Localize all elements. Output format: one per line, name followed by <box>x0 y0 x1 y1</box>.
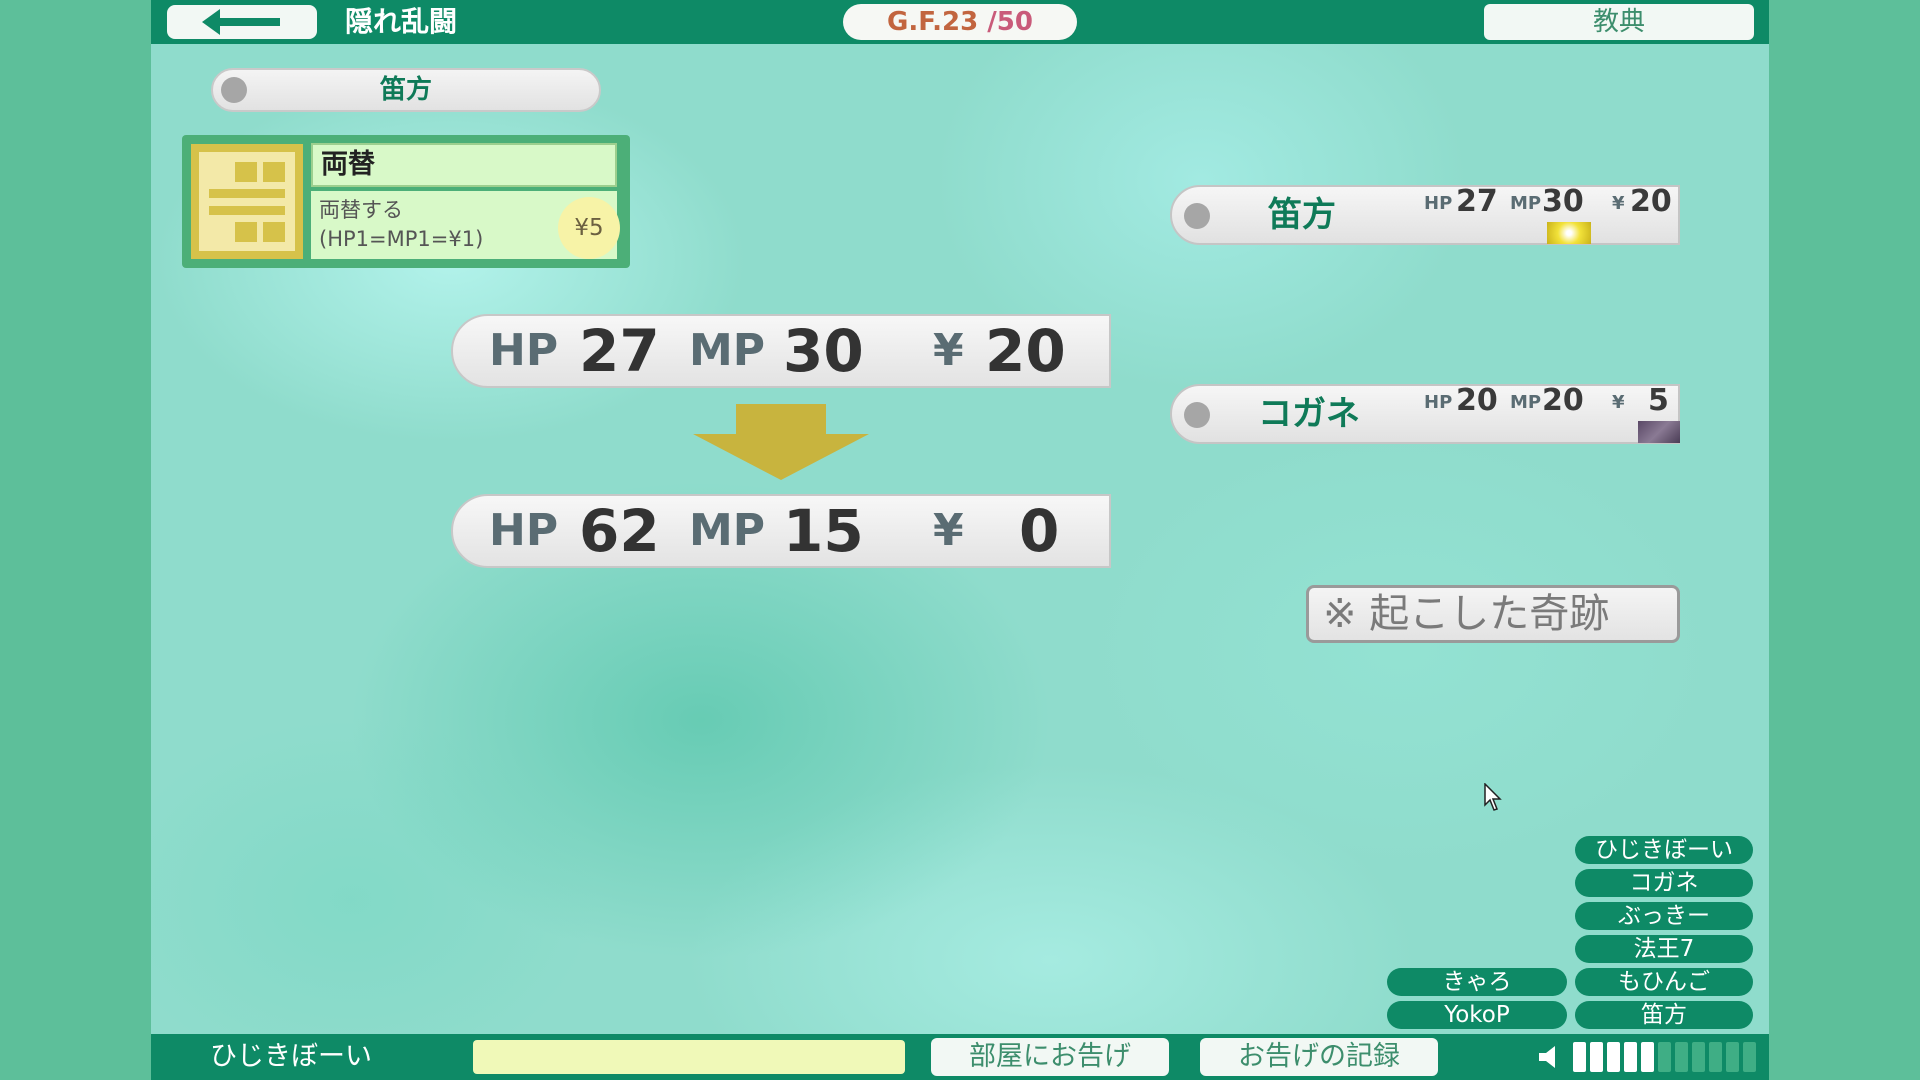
mp-value: 30 <box>1542 184 1584 219</box>
yen-label: ¥ <box>1612 392 1625 413</box>
yen-label: ¥ <box>1612 193 1625 214</box>
hp-value: 27 <box>579 317 660 385</box>
volume-level-segment[interactable] <box>1743 1042 1756 1072</box>
member-chip[interactable]: ひじきぼーい <box>1575 836 1753 864</box>
volume-level-segment[interactable] <box>1726 1042 1739 1072</box>
volume-level-segment[interactable] <box>1675 1042 1688 1072</box>
yen-value: 5 <box>1648 383 1669 418</box>
gf-label: G.F. <box>887 7 943 37</box>
member-chip[interactable]: YokoP <box>1387 1001 1567 1029</box>
player-name: 笛方 <box>1268 195 1336 235</box>
stats-after: HP 62 MP 15 ¥ 0 <box>451 494 1111 568</box>
player-name: コガネ <box>1258 394 1360 434</box>
member-chip[interactable]: きゃろ <box>1387 968 1567 996</box>
scripture-button[interactable]: 教典 <box>1484 4 1754 40</box>
volume-level-segment[interactable] <box>1641 1042 1654 1072</box>
volume-level-segment[interactable] <box>1624 1042 1637 1072</box>
player-badge <box>1638 421 1680 443</box>
skill-cost-badge: ¥5 <box>558 197 620 259</box>
status-dot <box>1184 203 1210 229</box>
message-input[interactable] <box>473 1040 905 1074</box>
mp-label: MP <box>689 505 766 556</box>
player-card[interactable]: 笛方 HP 27 MP 30 ¥ 20 <box>1170 185 1680 245</box>
volume-control[interactable] <box>1537 1040 1757 1074</box>
hp-label: HP <box>1424 193 1453 214</box>
gf-current: 23 <box>942 7 979 37</box>
member-chip[interactable]: ぶっきー <box>1575 902 1753 930</box>
hp-label: HP <box>1424 392 1453 413</box>
player-badge <box>1547 222 1591 244</box>
back-button[interactable] <box>167 5 317 39</box>
down-arrow-icon <box>693 404 869 480</box>
volume-level-segment[interactable] <box>1658 1042 1671 1072</box>
player-card[interactable]: コガネ HP 20 MP 20 ¥ 5 <box>1170 384 1680 444</box>
miracles-button[interactable]: ※ 起こした奇跡 <box>1306 585 1680 643</box>
yen-value: 20 <box>985 317 1066 385</box>
speaker-icon[interactable] <box>1537 1043 1565 1071</box>
member-chip[interactable]: 法王7 <box>1575 935 1753 963</box>
game-screen: 隠れ乱闘 G.F.23 /50 教典 笛方 両替 両替する (HP1=MP1=¥… <box>151 0 1769 1080</box>
volume-level-segment[interactable] <box>1709 1042 1722 1072</box>
skill-name: 両替 <box>311 143 617 187</box>
current-player-name: 笛方 <box>379 75 432 105</box>
mp-label: MP <box>1510 392 1542 413</box>
mp-value: 20 <box>1542 383 1584 418</box>
yen-value: 20 <box>1630 184 1672 219</box>
yen-label: ¥ <box>933 505 964 556</box>
cursor-icon <box>1484 783 1502 811</box>
volume-level-segment[interactable] <box>1590 1042 1603 1072</box>
hp-label: HP <box>489 325 559 376</box>
yen-value: 0 <box>1019 497 1060 565</box>
volume-level-segment[interactable] <box>1692 1042 1705 1072</box>
yen-label: ¥ <box>933 325 964 376</box>
mp-value: 30 <box>783 317 864 385</box>
member-chip[interactable]: コガネ <box>1575 869 1753 897</box>
hp-value: 62 <box>579 497 660 565</box>
gf-counter: G.F.23 /50 <box>843 4 1077 40</box>
hp-value: 20 <box>1456 383 1498 418</box>
volume-level-segment[interactable] <box>1607 1042 1620 1072</box>
left-arrow-icon <box>202 9 280 35</box>
mp-value: 15 <box>783 497 864 565</box>
member-chip[interactable]: もひんご <box>1575 968 1753 996</box>
exchange-glyph-icon <box>191 144 303 259</box>
current-player-tab[interactable]: 笛方 <box>211 68 601 112</box>
gf-max: /50 <box>987 7 1033 37</box>
volume-level-segment[interactable] <box>1573 1042 1586 1072</box>
skill-card[interactable]: 両替 両替する (HP1=MP1=¥1) ¥5 <box>182 135 630 268</box>
hp-value: 27 <box>1456 184 1498 219</box>
mp-label: MP <box>689 325 766 376</box>
announce-to-room-button[interactable]: 部屋にお告げ <box>931 1038 1169 1076</box>
status-dot <box>1184 402 1210 428</box>
hp-label: HP <box>489 505 559 556</box>
mp-label: MP <box>1510 193 1542 214</box>
member-chip[interactable]: 笛方 <box>1575 1001 1753 1029</box>
room-title: 隠れ乱闘 <box>345 5 458 38</box>
stats-before: HP 27 MP 30 ¥ 20 <box>451 314 1111 388</box>
announcement-log-button[interactable]: お告げの記録 <box>1200 1038 1438 1076</box>
